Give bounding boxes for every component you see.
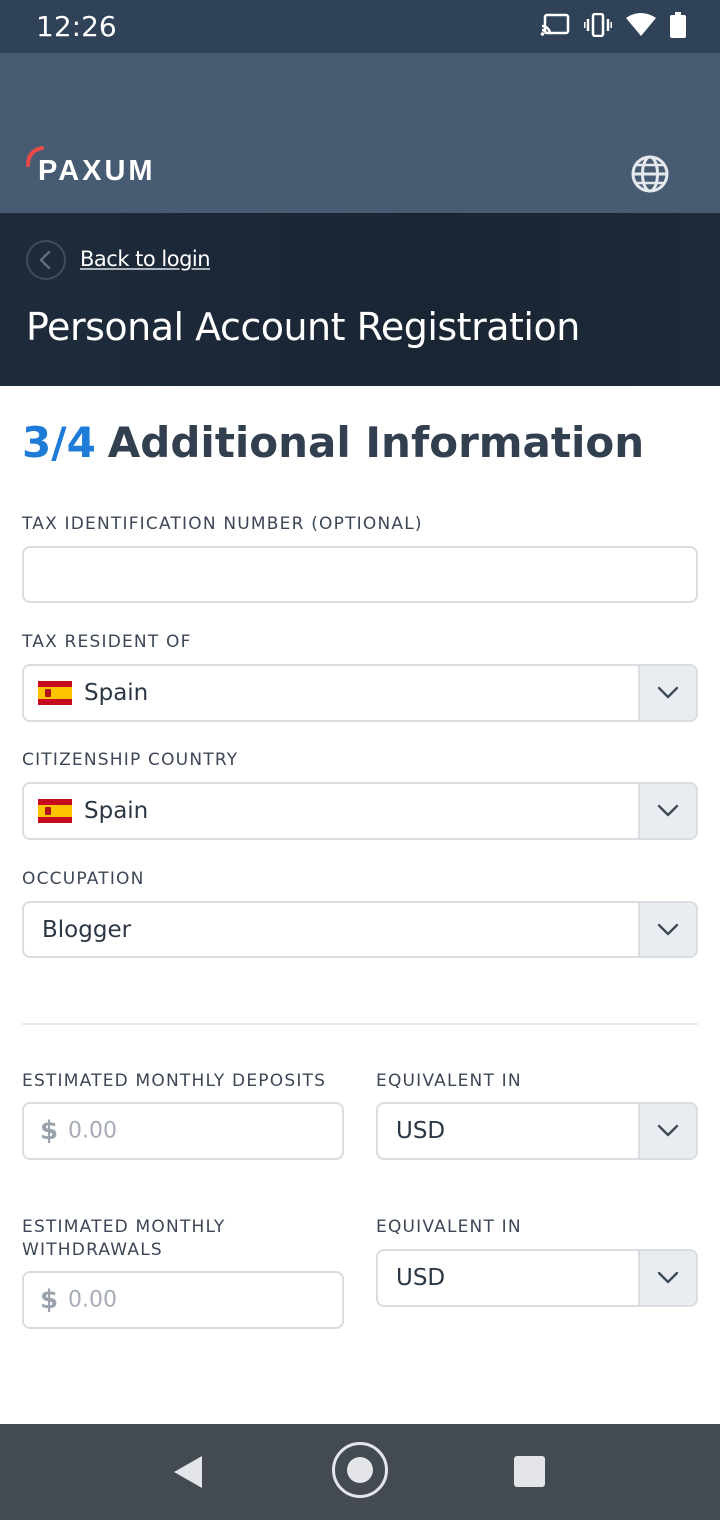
chevron-down-icon bbox=[657, 1124, 679, 1137]
withdrawals-currency-dropdown-toggle[interactable] bbox=[638, 1251, 696, 1305]
deposits-label: ESTIMATED MONTHLY DEPOSITS bbox=[22, 1071, 327, 1091]
status-time: 12:26 bbox=[36, 10, 117, 43]
app-header: PAXUM bbox=[0, 53, 720, 213]
deposits-currency-value: USD bbox=[396, 1118, 446, 1144]
deposits-placeholder: 0.00 bbox=[68, 1118, 117, 1144]
citizenship-dropdown-toggle[interactable] bbox=[638, 784, 696, 838]
system-nav-bar bbox=[0, 1424, 720, 1520]
occupation-select[interactable]: Blogger bbox=[22, 901, 698, 958]
spain-flag-icon bbox=[38, 681, 72, 705]
logo-text: PAXUM bbox=[38, 155, 156, 187]
occupation-dropdown-toggle[interactable] bbox=[638, 903, 696, 956]
deposits-currency-select[interactable]: USD bbox=[376, 1102, 698, 1160]
step-heading: 3/4 Additional Information bbox=[22, 418, 644, 467]
paxum-logo: PAXUM bbox=[24, 145, 184, 189]
withdrawals-equivalent-label: EQUIVALENT IN bbox=[376, 1217, 522, 1237]
occupation-value: Blogger bbox=[42, 916, 132, 943]
battery-icon bbox=[670, 12, 686, 43]
dollar-icon: $ bbox=[40, 1116, 59, 1146]
status-icons bbox=[540, 12, 686, 43]
back-button[interactable] bbox=[26, 240, 66, 280]
globe-icon[interactable] bbox=[630, 154, 670, 194]
chevron-down-icon bbox=[657, 686, 679, 699]
chevron-down-icon bbox=[657, 1271, 679, 1284]
occupation-label: OCCUPATION bbox=[22, 869, 145, 889]
citizenship-select[interactable]: Spain bbox=[22, 782, 698, 840]
deposits-equivalent-label: EQUIVALENT IN bbox=[376, 1071, 522, 1091]
tax-resident-select[interactable]: Spain bbox=[22, 664, 698, 722]
deposits-amount-input[interactable]: $ 0.00 bbox=[22, 1102, 344, 1160]
chevron-down-icon bbox=[657, 923, 679, 935]
tin-input[interactable] bbox=[22, 546, 698, 603]
nav-recents-icon[interactable] bbox=[514, 1456, 545, 1487]
withdrawals-label-line1: ESTIMATED MONTHLY bbox=[22, 1217, 226, 1237]
withdrawals-currency-select[interactable]: USD bbox=[376, 1249, 698, 1307]
withdrawals-placeholder: 0.00 bbox=[68, 1287, 117, 1313]
nav-home-icon[interactable] bbox=[332, 1442, 388, 1498]
tax-resident-value: Spain bbox=[84, 680, 149, 706]
tax-resident-label: TAX RESIDENT OF bbox=[22, 632, 192, 652]
cast-icon bbox=[540, 13, 570, 42]
tin-label: TAX IDENTIFICATION NUMBER (OPTIONAL) bbox=[22, 514, 423, 534]
withdrawals-currency-value: USD bbox=[396, 1265, 446, 1291]
citizenship-value: Spain bbox=[84, 798, 149, 824]
status-bar: 12:26 bbox=[0, 0, 720, 53]
deposits-currency-dropdown-toggle[interactable] bbox=[638, 1104, 696, 1158]
tax-resident-dropdown-toggle[interactable] bbox=[638, 666, 696, 720]
chevron-down-icon bbox=[657, 804, 679, 817]
chevron-left-icon bbox=[39, 250, 51, 270]
withdrawals-amount-input[interactable]: $ 0.00 bbox=[22, 1271, 344, 1329]
spain-flag-icon bbox=[38, 799, 72, 823]
withdrawals-label-line2: WITHDRAWALS bbox=[22, 1240, 163, 1260]
wifi-icon bbox=[626, 13, 656, 42]
title-band: Back to login Personal Account Registrat… bbox=[0, 213, 720, 386]
page-title: Personal Account Registration bbox=[26, 305, 580, 349]
step-number: 3/4 bbox=[22, 418, 96, 467]
back-to-login-link[interactable]: Back to login bbox=[80, 247, 211, 271]
citizenship-label: CITIZENSHIP COUNTRY bbox=[22, 750, 239, 770]
section-divider bbox=[22, 1023, 698, 1025]
dollar-icon: $ bbox=[40, 1285, 59, 1315]
step-title: Additional Information bbox=[107, 418, 645, 467]
vibrate-icon bbox=[583, 12, 613, 42]
nav-back-icon[interactable] bbox=[172, 1454, 204, 1495]
